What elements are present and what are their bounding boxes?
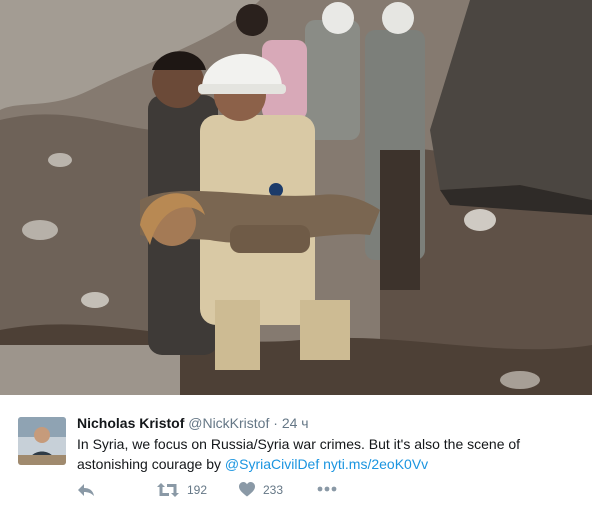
- like-button[interactable]: 233: [239, 482, 283, 497]
- mention-link[interactable]: @SyriaCivilDef: [225, 456, 319, 472]
- rescue-scene-image: [0, 0, 592, 395]
- retweet-button[interactable]: 192: [157, 482, 207, 498]
- author-avatar[interactable]: [18, 417, 66, 465]
- tweet-photo[interactable]: [0, 0, 592, 395]
- heart-icon: [239, 482, 255, 497]
- header-separator: ·: [273, 415, 278, 431]
- like-count: 233: [263, 482, 284, 497]
- more-dots-icon: [317, 486, 337, 492]
- tweet-header: Nicholas Kristof @NickKristof · 24 ч: [77, 414, 309, 432]
- reply-icon: [78, 484, 94, 496]
- reply-button[interactable]: [77, 482, 95, 498]
- url-link[interactable]: nyti.ms/2eoK0Vv: [323, 456, 428, 472]
- retweet-icon: [157, 483, 179, 497]
- author-handle[interactable]: @NickKristof: [188, 415, 269, 431]
- author-name[interactable]: Nicholas Kristof: [77, 415, 184, 431]
- tweet-text: In Syria, we focus on Russia/Syria war c…: [77, 434, 577, 474]
- tweet-card: Nicholas Kristof @NickKristof · 24 ч In …: [0, 0, 592, 519]
- avatar-image: [18, 417, 66, 465]
- retweet-count: 192: [187, 483, 208, 497]
- tweet-timestamp[interactable]: 24 ч: [282, 415, 309, 431]
- more-button[interactable]: [317, 486, 337, 492]
